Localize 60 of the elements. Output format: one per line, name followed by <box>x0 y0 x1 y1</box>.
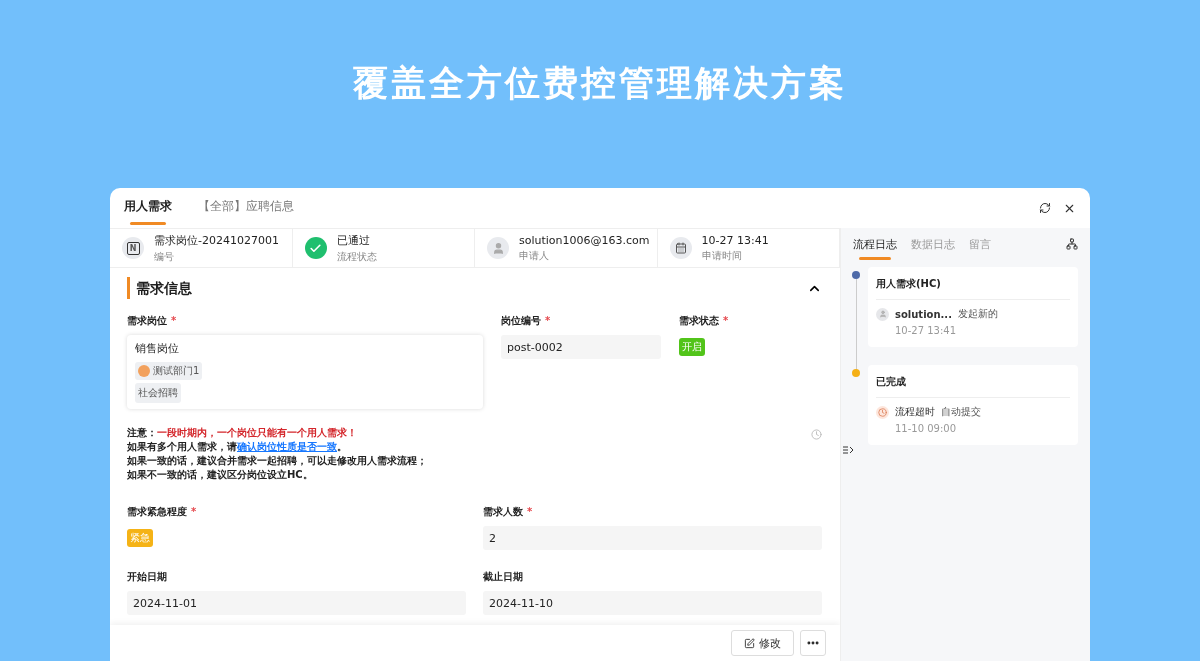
input-field[interactable]: post-0002 <box>501 335 661 359</box>
refresh-icon[interactable] <box>1039 202 1051 214</box>
notice-line: 如果有多个用人需求，请确认岗位性质是否一致。 <box>127 441 347 453</box>
timeline-time: 10-27 13:41 <box>895 325 958 336</box>
input-field[interactable]: 2024-11-10 <box>483 591 822 615</box>
status-tag: 开启 <box>679 338 705 356</box>
avatar-icon <box>876 307 889 321</box>
calendar-icon <box>669 237 692 259</box>
summary-caption: 流程状态 <box>336 249 377 264</box>
section-title: 需求信息 <box>127 277 192 299</box>
field-label: 需求人数 * <box>483 505 534 519</box>
position-field[interactable]: 销售岗位 测试部门1 社会招聘 <box>127 335 483 409</box>
input-field[interactable]: 2024-11-01 <box>127 591 466 615</box>
required-mark: * <box>545 315 551 326</box>
notice-link[interactable]: 确认岗位性质是否一致 <box>237 441 337 452</box>
timeline-time: 11-10 09:00 <box>895 423 958 434</box>
timeline-title: 已完成 <box>876 375 1070 398</box>
summary-caption: 申请人 <box>519 248 550 263</box>
tab[interactable]: 【全部】应聘信息 <box>198 188 294 228</box>
summary-value: solution1006@163.com <box>519 233 650 247</box>
field-label: 开始日期 <box>127 570 168 584</box>
timeline-actor: solution... <box>895 308 952 320</box>
timeline-actor: 流程超时 <box>895 405 935 419</box>
urgency-tag: 紧急 <box>127 529 153 547</box>
recruit-type-tag: 社会招聘 <box>135 383 181 403</box>
required-mark: * <box>527 506 533 517</box>
edit-icon <box>744 637 755 649</box>
field-label: 需求紧急程度 * <box>127 505 198 519</box>
clock-icon <box>876 405 889 419</box>
page-heading: 覆盖全方位费控管理解决方案 <box>353 61 847 105</box>
field-label: 截止日期 <box>483 570 524 584</box>
required-mark: * <box>723 315 729 326</box>
field-label: 岗位编号 * <box>501 314 552 328</box>
summary-value: 10-27 13:41 <box>701 233 769 247</box>
log-tab[interactable]: 流程日志 <box>853 228 897 260</box>
department-tag: 测试部门1 <box>135 362 203 380</box>
notice-line: 如果不一致的话，建议区分岗位设立HC。 <box>127 469 313 481</box>
edit-button[interactable]: 修改 <box>731 630 794 656</box>
position-value: 销售岗位 <box>135 341 179 356</box>
department-icon <box>138 365 150 377</box>
expand-panel-icon[interactable] <box>843 446 853 454</box>
notice-line: 注意：一段时期内，一个岗位只能有一个用人需求！ <box>127 427 357 439</box>
timeline-action: 自动提交 <box>941 405 981 419</box>
summary-value: 需求岗位-20241027001 <box>154 232 279 248</box>
summary-value: 已通过 <box>336 232 371 248</box>
notice-line: 如果一致的话，建议合并需求一起招聘，可以走修改用人需求流程； <box>127 455 427 467</box>
field-label: 需求状态 * <box>679 314 730 328</box>
user-icon <box>487 237 509 259</box>
letter-icon: N <box>122 237 144 259</box>
required-mark: * <box>191 506 197 517</box>
timeline-action: 发起新的 <box>957 307 998 321</box>
input-field[interactable]: 2 <box>483 526 822 550</box>
required-mark: * <box>171 315 177 326</box>
summary-caption: 申请时间 <box>701 248 743 263</box>
tab[interactable]: 用人需求 <box>124 188 172 228</box>
check-icon <box>304 237 327 259</box>
field-label: 需求岗位 * <box>127 314 178 328</box>
timeline-title: 用人需求(HC) <box>876 277 1070 300</box>
summary-caption: 编号 <box>154 249 175 264</box>
flowchart-icon[interactable] <box>1066 238 1078 250</box>
